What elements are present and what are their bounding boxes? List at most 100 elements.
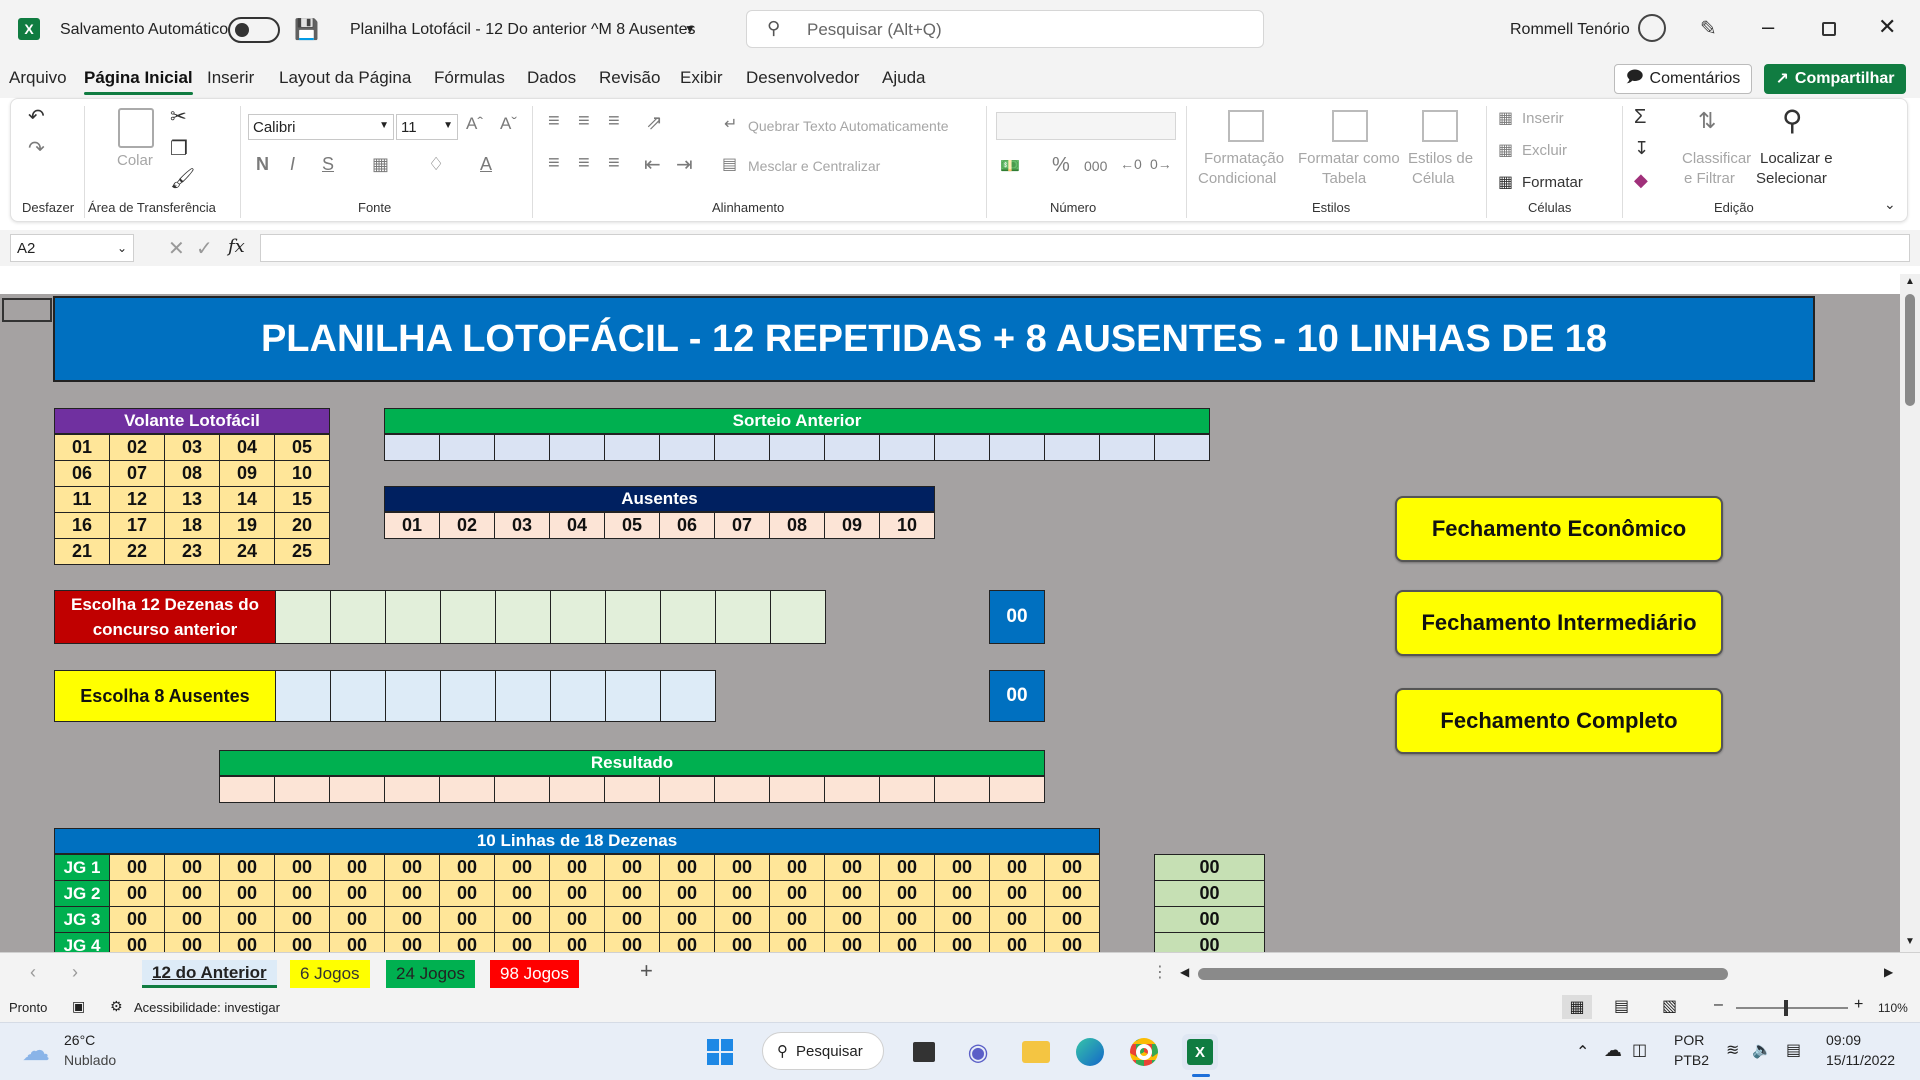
tab-next-icon[interactable]: › [72,962,78,983]
minimize-icon[interactable]: – [1762,14,1774,40]
cell-styles-label-2[interactable]: Célula [1412,170,1455,187]
task-view-icon[interactable] [906,1034,942,1070]
font-name-select[interactable]: Calibri ▼ [248,114,394,140]
fechamento-completo-button[interactable]: Fechamento Completo [1395,688,1723,754]
find-select-icon[interactable]: ⚲ [1782,104,1803,137]
scroll-down-icon[interactable]: ▼ [1905,936,1915,947]
escolha12-input[interactable] [495,590,551,644]
menu-formulas[interactable]: Fórmulas [434,68,505,88]
insert-cells-icon[interactable]: ▦ [1498,108,1513,128]
onedrive-icon[interactable]: ☁ [1604,1040,1622,1061]
format-table-label-1[interactable]: Formatar como [1298,150,1400,167]
hscroll-left-icon[interactable]: ◀ [1180,965,1189,979]
cancel-icon[interactable]: ✕ [168,236,185,261]
chrome-icon[interactable] [1126,1034,1162,1070]
grow-font-icon[interactable]: Aˆ [466,114,483,134]
escolha8-input[interactable] [440,670,496,722]
search-box[interactable]: ⚲ Pesquisar (Alt+Q) [746,10,1264,48]
escolha12-input[interactable] [275,590,331,644]
shrink-font-icon[interactable]: Aˇ [500,114,517,134]
escolha12-input[interactable] [770,590,826,644]
font-size-select[interactable]: 11 ▼ [396,114,458,140]
percent-icon[interactable]: % [1052,154,1070,177]
clear-icon[interactable]: ◆ [1634,170,1648,191]
file-explorer-icon[interactable] [1018,1034,1054,1070]
cut-icon[interactable]: ✂ [170,104,187,129]
escolha8-input[interactable] [605,670,661,722]
wrap-text-icon[interactable]: ↵ [724,114,737,134]
selected-cell-a2[interactable] [2,298,52,322]
autosave-toggle[interactable] [228,17,280,43]
page-break-icon[interactable]: ▧ [1662,996,1677,1016]
macro-record-icon[interactable]: ▣ [72,998,85,1015]
format-table-label-2[interactable]: Tabela [1322,170,1366,187]
currency-icon[interactable]: 💵 [1000,156,1020,176]
italic-icon[interactable]: I [290,154,295,175]
lang-line2[interactable]: PTB2 [1674,1052,1709,1068]
document-title[interactable]: Planilha Lotofácil - 12 Do anterior ^M 8… [350,21,695,39]
avatar[interactable] [1638,14,1666,42]
wrap-text-button[interactable]: Quebrar Texto Automaticamente [748,118,949,134]
menu-exibir[interactable]: Exibir [680,68,723,88]
zoom-level[interactable]: 110% [1878,1001,1908,1015]
thousands-icon[interactable]: 000 [1084,158,1107,174]
increase-decimal-icon[interactable]: ←0 [1120,156,1142,172]
clock-time[interactable]: 09:09 [1826,1032,1861,1048]
menu-inserir[interactable]: Inserir [207,68,254,88]
chevron-up-icon[interactable]: ⌃ [1576,1042,1589,1062]
copy-icon[interactable]: ❐ [170,136,188,161]
delete-cells-button[interactable]: Excluir [1522,142,1567,159]
scroll-thumb[interactable] [1905,294,1915,406]
format-cells-button[interactable]: Formatar [1522,174,1583,191]
wifi-icon[interactable]: ≋ [1726,1040,1739,1060]
undo-icon[interactable]: ↶ [28,104,45,129]
zoom-thumb[interactable] [1784,1000,1788,1016]
format-painter-icon[interactable]: 🖌 [170,166,195,191]
escolha8-input[interactable] [550,670,606,722]
hscroll-right-icon[interactable]: ▶ [1884,965,1893,979]
menu-desenvolvedor[interactable]: Desenvolvedor [746,68,859,88]
escolha12-input[interactable] [660,590,716,644]
excel-taskbar-icon[interactable]: X [1182,1034,1218,1070]
fill-color-icon[interactable]: ♢ [428,154,444,175]
align-bottom-icon[interactable]: ≡ [608,110,620,133]
escolha12-input[interactable] [715,590,771,644]
menu-revisao[interactable]: Revisão [599,68,660,88]
bold-icon[interactable]: N [256,154,269,175]
orientation-icon[interactable]: ⇗ [646,110,663,135]
escolha12-input[interactable] [550,590,606,644]
tab-24-jogos[interactable]: 24 Jogos [386,960,475,988]
weather-temp[interactable]: 26°C [64,1032,95,1048]
tab-6-jogos[interactable]: 6 Jogos [290,960,370,988]
accessibility-status[interactable]: Acessibilidade: investigar [134,1000,280,1015]
autosum-icon[interactable]: Σ [1634,106,1646,129]
sort-filter-label-2[interactable]: e Filtrar [1684,170,1735,187]
tab-prev-icon[interactable]: ‹ [30,962,36,983]
find-select-label-2[interactable]: Selecionar [1756,170,1827,187]
share-button[interactable]: ↗ Compartilhar [1764,64,1906,94]
clock-date[interactable]: 15/11/2022 [1826,1052,1895,1068]
escolha12-input[interactable] [605,590,661,644]
menu-layout[interactable]: Layout da Página [279,68,411,88]
zoom-in-icon[interactable]: + [1854,996,1863,1014]
decrease-indent-icon[interactable]: ⇤ [644,152,661,177]
name-box[interactable]: A2 ⌄ [10,234,134,262]
format-table-icon[interactable] [1332,110,1368,142]
menu-pagina-inicial[interactable]: Página Inicial [84,68,193,95]
sort-filter-label-1[interactable]: Classificar [1682,150,1751,167]
escolha8-input[interactable] [330,670,386,722]
align-left-icon[interactable]: ≡ [548,152,560,175]
align-middle-icon[interactable]: ≡ [578,110,590,133]
tab-98-jogos[interactable]: 98 Jogos [490,960,579,988]
accessibility-icon[interactable]: ⚙ [110,998,123,1015]
paste-label[interactable]: Colar [117,152,153,169]
conditional-format-icon[interactable] [1228,110,1264,142]
lang-line1[interactable]: POR [1674,1032,1704,1048]
battery-icon[interactable]: ▤ [1786,1040,1801,1060]
enter-icon[interactable]: ✓ [196,236,213,261]
formula-input[interactable] [260,234,1910,262]
add-sheet-icon[interactable]: + [640,958,653,984]
font-color-icon[interactable]: A [480,154,492,175]
taskbar-search[interactable]: ⚲ Pesquisar [762,1032,884,1070]
format-cells-icon[interactable]: ▦ [1498,172,1513,192]
